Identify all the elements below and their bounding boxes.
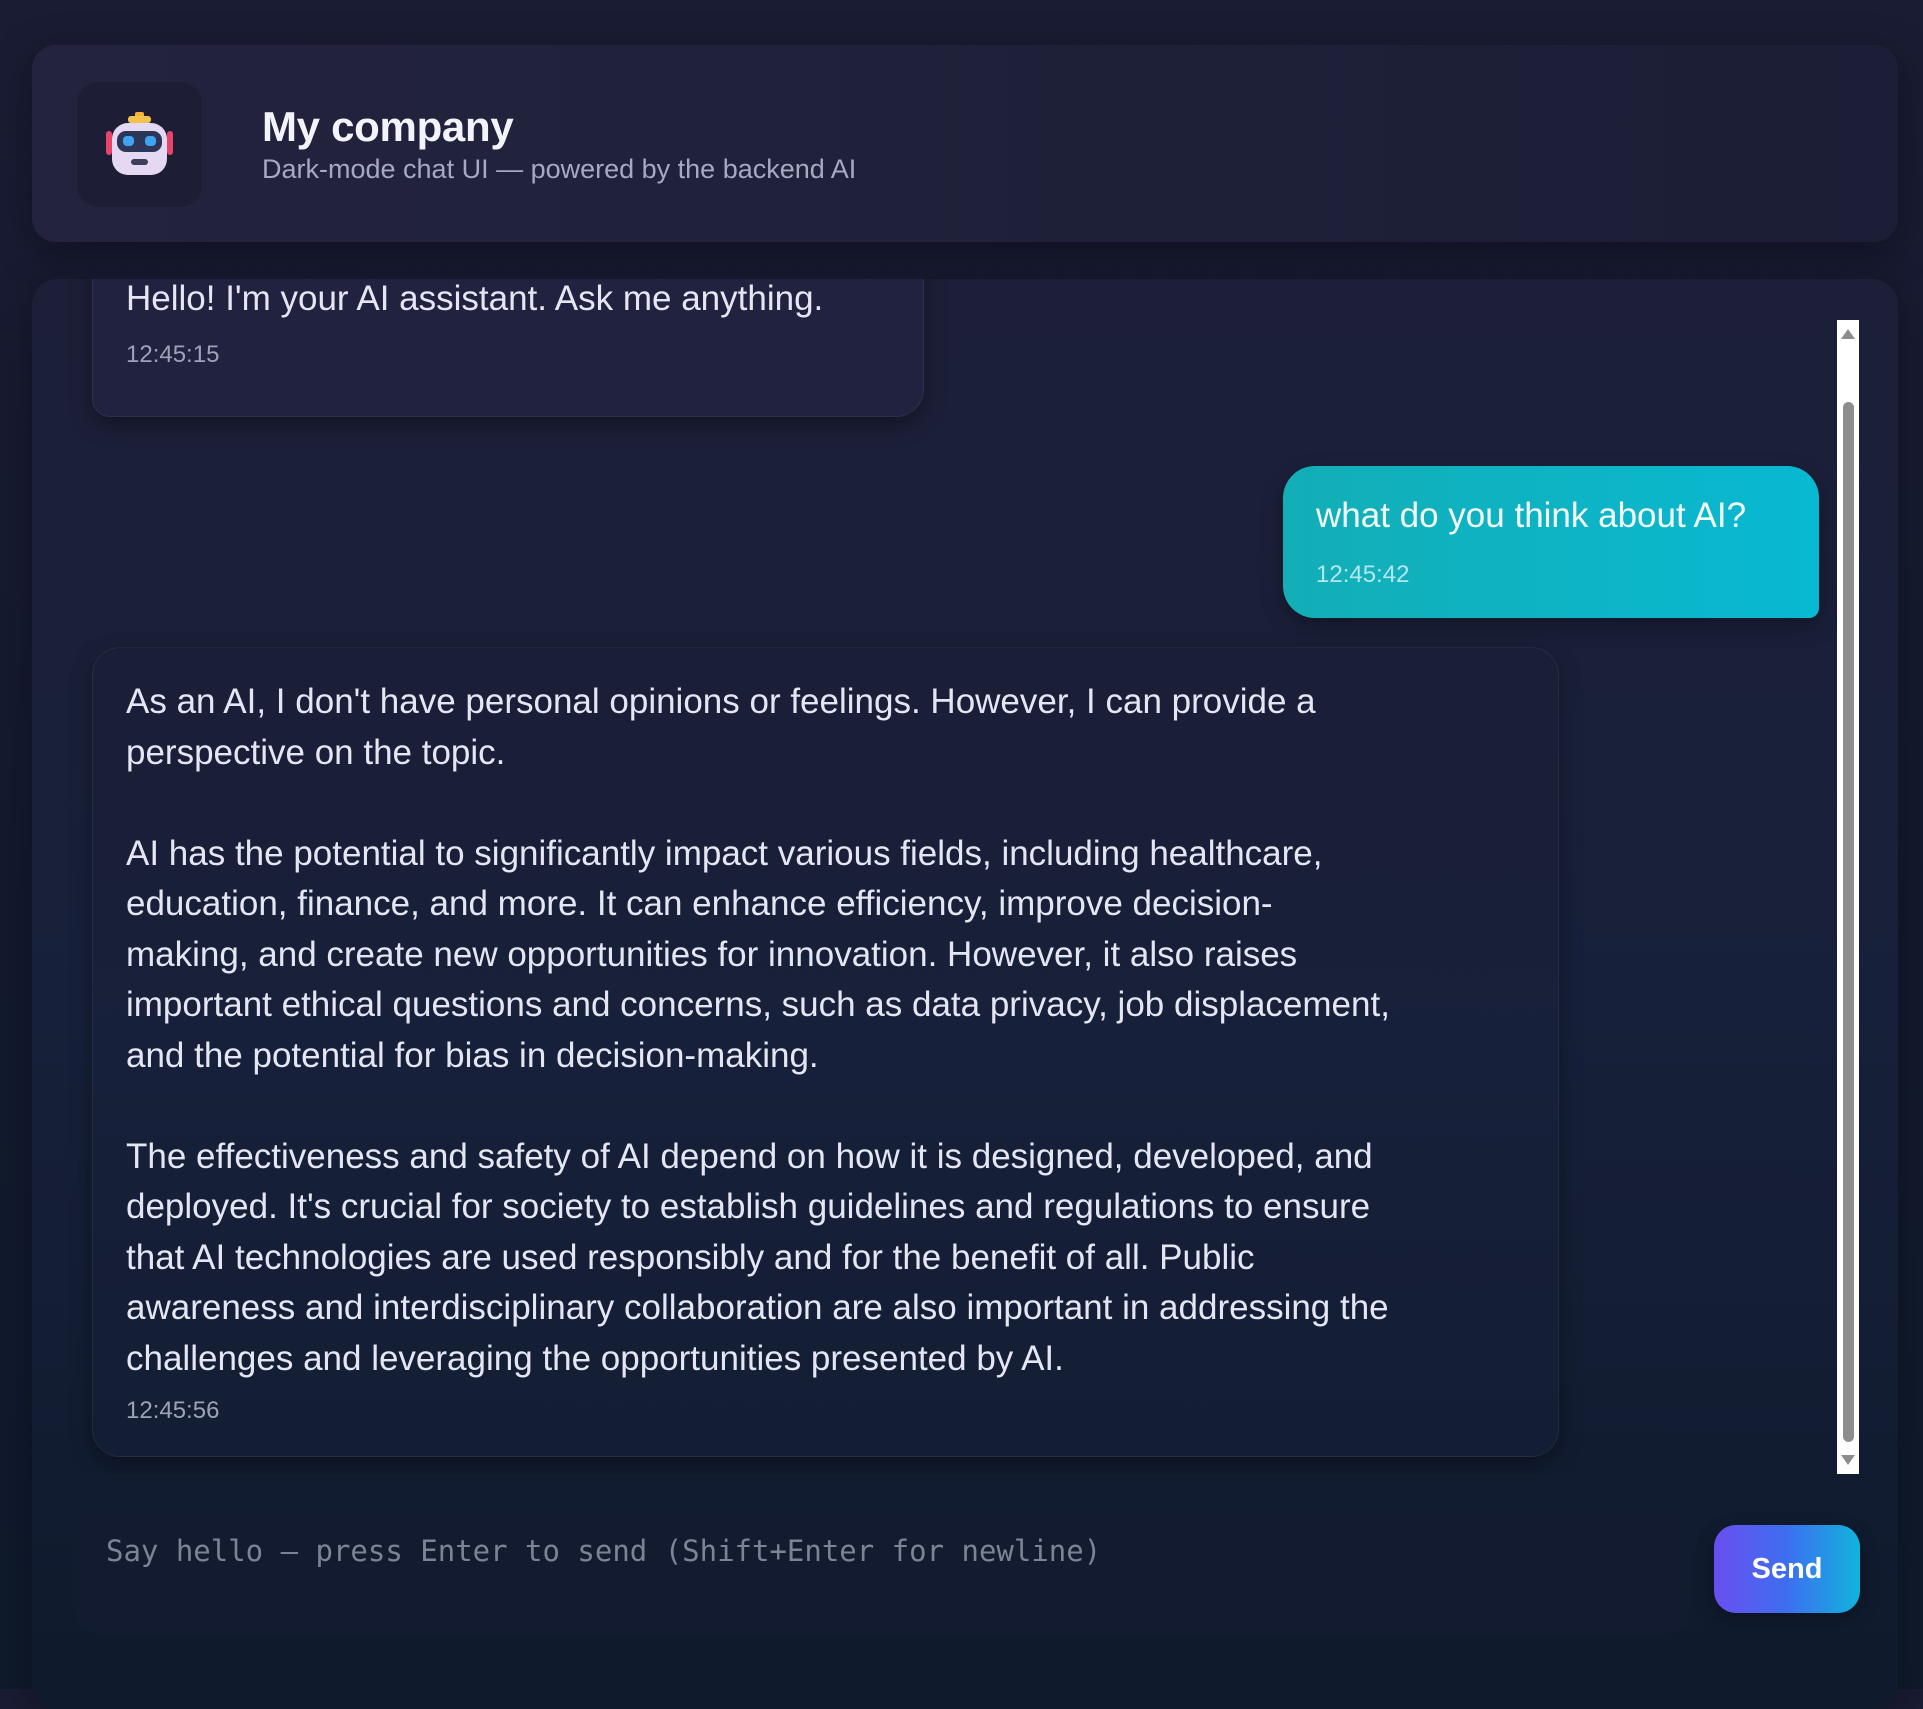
message-timestamp: 12:45:56 (126, 1397, 220, 1424)
message-list[interactable]: Hello! I'm your AI assistant. Ask me any… (32, 279, 1870, 1474)
composer (74, 1506, 1691, 1633)
app-title: My company (262, 103, 514, 150)
app-header: My company Dark-mode chat UI — powered b… (32, 45, 1898, 242)
message-text: what do you think about AI? (1316, 496, 1747, 535)
message-text: Hello! I'm your AI assistant. Ask me any… (126, 279, 824, 318)
assistant-message: As an AI, I don't have personal opinions… (92, 647, 1559, 1457)
scroll-up-arrow-icon[interactable] (1841, 329, 1855, 339)
message-timestamp: 12:45:42 (1316, 561, 1410, 588)
assistant-message: Hello! I'm your AI assistant. Ask me any… (92, 279, 924, 417)
logo-tile (76, 81, 203, 208)
send-button[interactable]: Send (1714, 1525, 1860, 1613)
user-message: what do you think about AI? 12:45:42 (1283, 466, 1819, 618)
robot-icon (106, 112, 173, 175)
scroll-down-arrow-icon[interactable] (1841, 1455, 1855, 1465)
chat-panel: Hello! I'm your AI assistant. Ask me any… (32, 279, 1898, 1709)
message-text: As an AI, I don't have personal opinions… (126, 682, 1390, 1378)
scroll-thumb[interactable] (1843, 402, 1854, 1442)
message-input[interactable] (104, 1532, 1665, 1611)
message-scrollbar[interactable] (1837, 320, 1859, 1474)
app-subtitle: Dark-mode chat UI — powered by the backe… (262, 154, 857, 184)
message-timestamp: 12:45:15 (126, 341, 220, 368)
